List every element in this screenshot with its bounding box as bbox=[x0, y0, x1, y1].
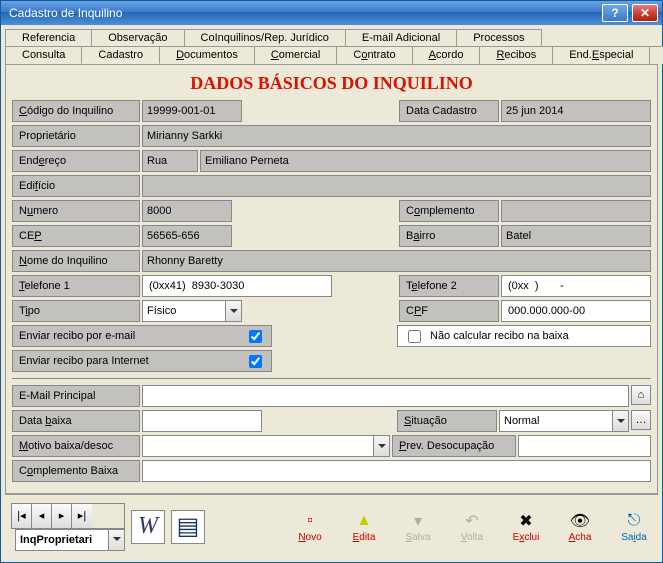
window-title: Cadastro de Inquilino bbox=[9, 6, 602, 20]
cep-field: 56565-656 bbox=[142, 225, 232, 247]
client-area: Referencia Observação CoInquilinos/Rep. … bbox=[1, 25, 662, 562]
record-nav: |◂ ◂ ▸ ▸| bbox=[11, 503, 125, 529]
tab-comercial[interactable]: Comercial bbox=[254, 46, 338, 64]
nav-last-button[interactable]: ▸| bbox=[72, 504, 92, 528]
panel-title: DADOS BÁSICOS DO INQUILINO bbox=[12, 73, 651, 94]
codigo-field: 19999-001-01 bbox=[142, 100, 242, 122]
label-endereco: Endereço bbox=[12, 150, 140, 172]
chevron-down-icon bbox=[373, 436, 389, 456]
tel2-input[interactable] bbox=[501, 275, 651, 297]
label-prev-desocupacao: Prev. Desocupação bbox=[392, 435, 516, 457]
word-icon[interactable]: W bbox=[131, 510, 165, 544]
toolbar: |◂ ◂ ▸ ▸| InqProprietari W ▤ ▫ Novo bbox=[5, 494, 658, 558]
prev-desocupacao-input[interactable] bbox=[518, 435, 651, 457]
tab-alerta[interactable]: Alerta bbox=[649, 46, 663, 64]
help-button[interactable]: ? bbox=[602, 4, 628, 22]
novo-button[interactable]: ▫ Novo bbox=[292, 510, 328, 543]
label-bairro: Bairro bbox=[399, 225, 499, 247]
chevron-down-icon bbox=[612, 411, 628, 431]
tab-row-top: Referencia Observação CoInquilinos/Rep. … bbox=[5, 29, 658, 47]
nav-prev-button[interactable]: ◂ bbox=[32, 504, 52, 528]
label-numero: Numero bbox=[12, 200, 140, 222]
label-tel1: Telefone 1 bbox=[12, 275, 140, 297]
cpf-input[interactable] bbox=[501, 300, 651, 322]
endereco-field: Emiliano Perneta bbox=[200, 150, 651, 172]
label-nome: Nome do Inquilino bbox=[12, 250, 140, 272]
tab-email-adicional[interactable]: E-mail Adicional bbox=[345, 29, 457, 46]
edificio-field bbox=[142, 175, 651, 197]
label-codigo: Código do Inquilino bbox=[12, 100, 140, 122]
complemento-field bbox=[501, 200, 651, 222]
rua-prefix-field: Rua bbox=[142, 150, 198, 172]
motivo-combo[interactable] bbox=[142, 435, 390, 457]
label-proprietario: Proprietário bbox=[12, 125, 140, 147]
enviar-internet-checkbox[interactable] bbox=[249, 355, 262, 368]
close-button[interactable]: ✕ bbox=[632, 4, 658, 22]
label-complemento-baixa: Complemento Baixa bbox=[12, 460, 140, 482]
situacao-more-button[interactable]: … bbox=[631, 410, 651, 430]
label-tipo: Tipo bbox=[12, 300, 140, 322]
enviar-email-check[interactable]: Enviar recibo por e-mail bbox=[12, 325, 272, 347]
saida-button[interactable]: ⎋ Saida bbox=[616, 510, 652, 543]
tab-row-bottom: Consulta Cadastro Documentos Comercial C… bbox=[5, 46, 658, 65]
complemento-baixa-input[interactable] bbox=[142, 460, 651, 482]
tab-coinquilinos[interactable]: CoInquilinos/Rep. Jurídico bbox=[184, 29, 346, 46]
label-edificio: Edifício bbox=[12, 175, 140, 197]
label-data-cadastro: Data Cadastro bbox=[399, 100, 499, 122]
tab-contrato[interactable]: Contrato bbox=[336, 46, 412, 64]
nav-next-button[interactable]: ▸ bbox=[52, 504, 72, 528]
salva-button[interactable]: ▾ Salva bbox=[400, 510, 436, 543]
exclui-button[interactable]: ✖ Exclui bbox=[508, 510, 544, 543]
chevron-down-icon bbox=[225, 301, 241, 321]
enviar-email-checkbox[interactable] bbox=[249, 330, 262, 343]
edita-button[interactable]: ▲ Edita bbox=[346, 510, 382, 543]
proprietario-field: Mirianny Sarkki bbox=[142, 125, 651, 147]
tab-cadastro[interactable]: Cadastro bbox=[81, 46, 160, 64]
email-principal-input[interactable] bbox=[142, 385, 629, 407]
chevron-down-icon bbox=[108, 530, 124, 550]
tab-end-especial[interactable]: End.Especial bbox=[552, 46, 650, 64]
volta-button[interactable]: ↶ Volta bbox=[454, 510, 490, 543]
label-email-principal: E-Mail Principal bbox=[12, 385, 140, 407]
nao-calcular-checkbox[interactable] bbox=[408, 330, 421, 343]
bairro-field: Batel bbox=[501, 225, 651, 247]
home-icon: ⌂ bbox=[638, 389, 645, 401]
list-icon[interactable]: ▤ bbox=[171, 510, 205, 544]
email-more-button[interactable]: ⌂ bbox=[631, 385, 651, 405]
situacao-combo[interactable]: Normal bbox=[499, 410, 629, 432]
label-situacao: Situação bbox=[397, 410, 497, 432]
tipo-combo[interactable]: Físico bbox=[142, 300, 242, 322]
nome-field: Rhonny Baretty bbox=[142, 250, 651, 272]
app-window: Cadastro de Inquilino ? ✕ Referencia Obs… bbox=[0, 0, 663, 563]
tab-processos[interactable]: Processos bbox=[456, 29, 541, 46]
tab-referencia[interactable]: Referencia bbox=[5, 29, 92, 46]
titlebar: Cadastro de Inquilino ? ✕ bbox=[1, 1, 662, 25]
tab-acordo[interactable]: Acordo bbox=[412, 46, 481, 64]
tab-observacao[interactable]: Observação bbox=[91, 29, 184, 46]
numero-field: 8000 bbox=[142, 200, 232, 222]
label-data-baixa: Data baixa bbox=[12, 410, 140, 432]
table-selector[interactable]: InqProprietari bbox=[15, 529, 125, 551]
tab-documentos[interactable]: Documentos bbox=[159, 46, 255, 64]
data-cadastro-field: 25 jun 2014 bbox=[501, 100, 651, 122]
tab-recibos[interactable]: Recibos bbox=[479, 46, 553, 64]
label-motivo: Motivo baixa/desoc bbox=[12, 435, 140, 457]
label-cep: CEP bbox=[12, 225, 140, 247]
label-tel2: Telefone 2 bbox=[399, 275, 499, 297]
nao-calcular-check[interactable]: Não calcular recibo na baixa bbox=[397, 325, 651, 347]
label-complemento: Complemento bbox=[399, 200, 499, 222]
label-cpf: CPF bbox=[399, 300, 499, 322]
data-baixa-input[interactable] bbox=[142, 410, 262, 432]
tab-consulta[interactable]: Consulta bbox=[5, 46, 82, 64]
enviar-internet-check[interactable]: Enviar recibo para Internet bbox=[12, 350, 272, 372]
tel1-input[interactable] bbox=[142, 275, 332, 297]
panel-cadastro: DADOS BÁSICOS DO INQUILINO Código do Inq… bbox=[5, 65, 658, 494]
nav-first-button[interactable]: |◂ bbox=[12, 504, 32, 528]
acha-button[interactable]: 👁 Acha bbox=[562, 510, 598, 543]
